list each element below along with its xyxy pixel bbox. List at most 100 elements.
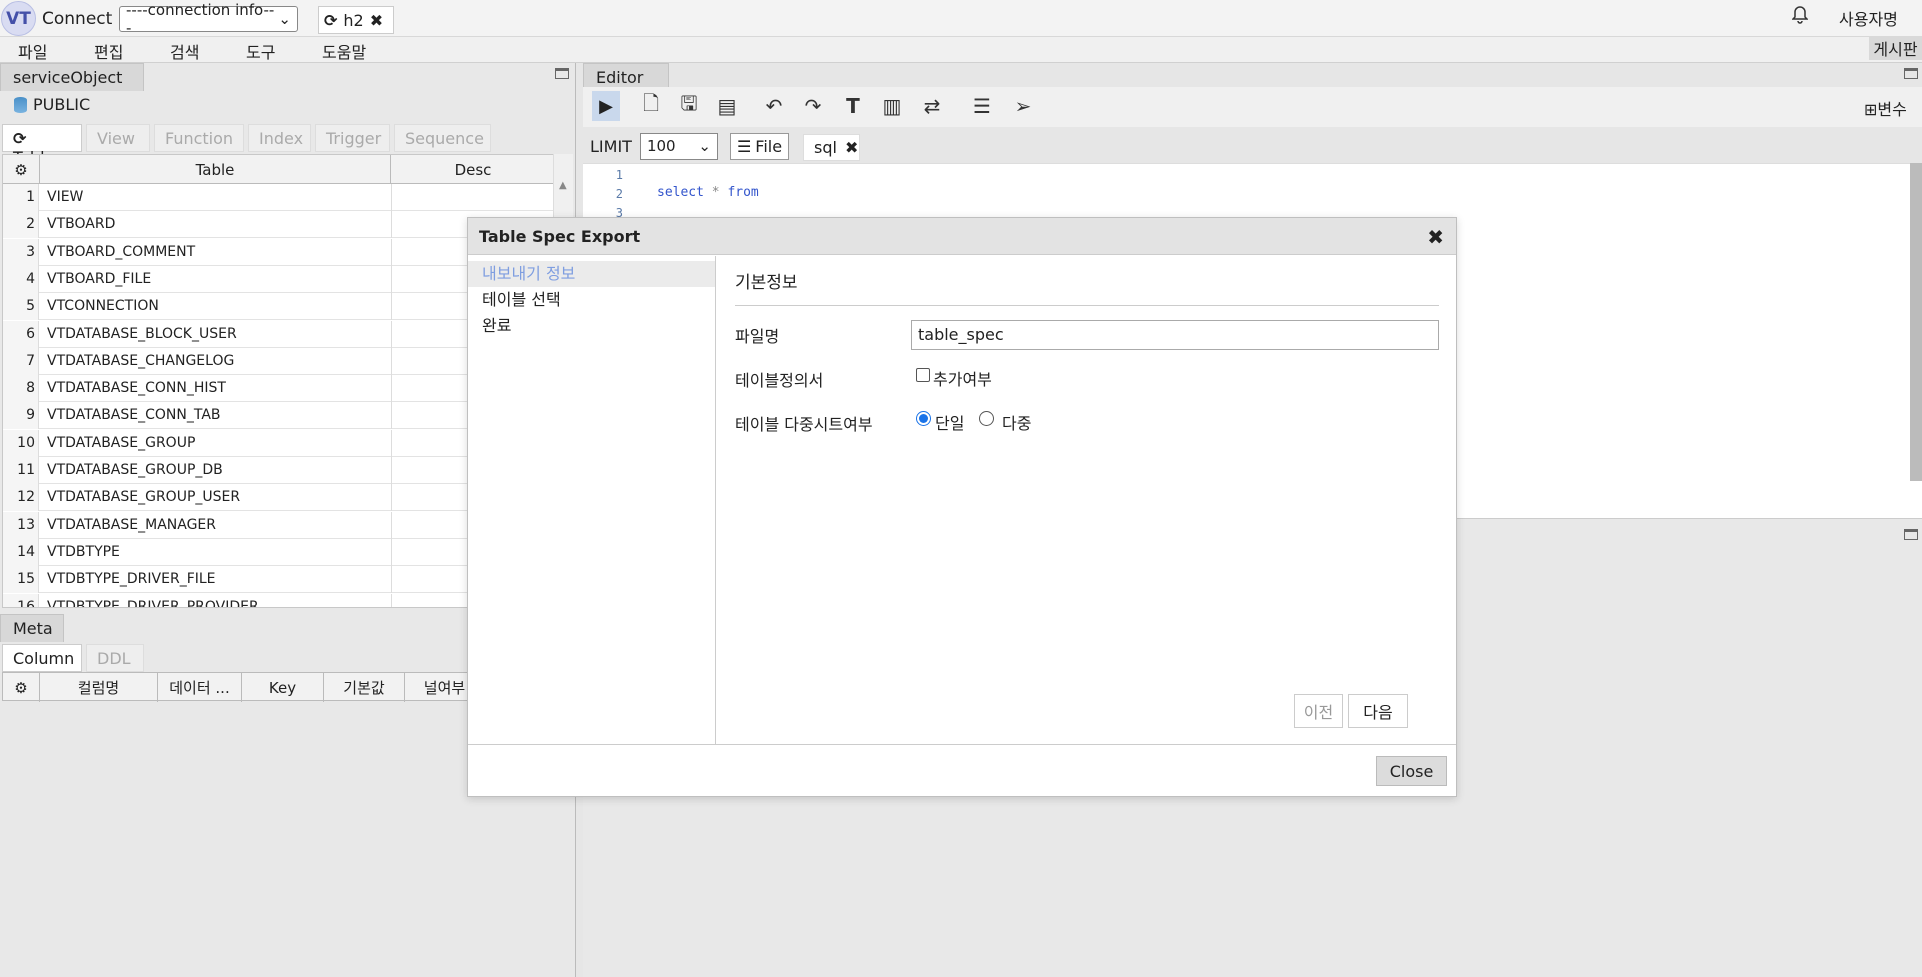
step-nav: 내보내기 정보 테이블 선택 완료 [468, 256, 716, 744]
desc-cell [391, 238, 392, 266]
table-name: VTDBTYPE_DRIVER_PROVIDER [47, 598, 259, 608]
tab-function[interactable]: Function [154, 124, 244, 152]
close-icon[interactable]: ✖ [845, 138, 858, 157]
save-icon[interactable]: 🖫 [678, 91, 700, 117]
desc-cell [391, 184, 392, 211]
file-button[interactable]: ☰ File [729, 132, 790, 160]
map-icon[interactable]: ▥ [881, 94, 903, 118]
save-all-icon[interactable]: ▤ [716, 94, 738, 118]
step-table-select[interactable]: 테이블 선택 [468, 287, 715, 313]
text-format-icon[interactable]: T [842, 94, 864, 118]
table-spec-export-dialog: Table Spec Export ✖ 내보내기 정보 테이블 선택 완료 기본… [467, 217, 1457, 797]
menu-edit[interactable]: 편집 [94, 39, 123, 63]
tab-sequence[interactable]: Sequence [394, 124, 491, 152]
menu-help[interactable]: 도움말 [322, 39, 366, 63]
connection-tab-h2[interactable]: ⟳ h2 ✖ [318, 6, 394, 34]
column-header-table[interactable]: Table [40, 155, 391, 184]
column-header-default[interactable]: 기본값 [324, 673, 405, 702]
indent-icon[interactable]: ☰ [971, 94, 993, 118]
gear-icon[interactable]: ⚙ [3, 673, 40, 702]
tab-column[interactable]: Column [2, 644, 82, 672]
row-number: 10 [3, 429, 39, 457]
row-number: 7 [3, 347, 39, 375]
chevron-down-icon: ⌄ [278, 10, 291, 28]
redo-icon[interactable]: ↷ [802, 94, 824, 118]
step-complete[interactable]: 완료 [468, 313, 715, 339]
multi-label: 다중 [1002, 414, 1032, 433]
tab-ddl[interactable]: DDL [86, 644, 144, 672]
step-export-info[interactable]: 내보내기 정보 [468, 261, 715, 287]
limit-select[interactable]: 100 ⌄ [639, 132, 718, 160]
row-number: 15 [3, 566, 39, 594]
tab-table[interactable]: ⟳ Table [2, 124, 82, 167]
service-object-tab[interactable]: serviceObject [0, 63, 144, 91]
run-button[interactable]: ▶ [592, 91, 620, 121]
table-name: VTDATABASE_GROUP [47, 434, 196, 451]
menu-file[interactable]: 파일 [18, 39, 47, 63]
menu-icon: ☰ [736, 136, 752, 156]
append-checkbox[interactable] [916, 368, 930, 382]
append-label: 추가여부 [933, 370, 992, 389]
desc-cell [391, 593, 392, 607]
desc-cell [391, 265, 392, 293]
desc-cell [391, 375, 392, 403]
filename-label: 파일명 [735, 327, 780, 346]
row-number: 14 [3, 538, 39, 566]
connection-select[interactable]: ----connection info--- ⌄ [119, 1, 298, 37]
board-button[interactable]: 게시판 [1869, 36, 1922, 60]
prev-button[interactable]: 이전 [1294, 694, 1343, 728]
chevron-down-icon: ⌄ [698, 137, 711, 155]
gear-icon[interactable]: ⚙ [3, 155, 40, 184]
replace-icon[interactable]: ⇄ [921, 94, 943, 118]
code-keyword-select: select [657, 185, 704, 200]
undo-icon[interactable]: ↶ [763, 94, 785, 118]
next-button[interactable]: 다음 [1348, 694, 1408, 728]
column-header-desc[interactable]: Desc [391, 155, 554, 184]
tab-view[interactable]: View [86, 124, 150, 152]
table-name: VTDATABASE_MANAGER [47, 516, 216, 533]
table-name: VTDATABASE_CONN_TAB [47, 407, 221, 424]
window-icon[interactable] [1904, 529, 1918, 540]
schema-row[interactable]: PUBLIC [14, 95, 90, 114]
database-icon [14, 96, 27, 113]
new-file-icon[interactable]: 🗋 [640, 91, 662, 117]
column-header-data-type[interactable]: 데이터 ... [158, 673, 242, 702]
connection-tab-label: h2 [343, 10, 364, 30]
row-number: 16 [3, 593, 39, 607]
menu-search[interactable]: 검색 [170, 39, 199, 63]
variable-button[interactable]: ⊞변수 [1864, 96, 1907, 120]
refresh-icon[interactable]: ⟳ [324, 11, 337, 30]
meta-tab[interactable]: Meta [0, 614, 64, 642]
table-name: VTBOARD_FILE [47, 270, 152, 287]
column-header-key[interactable]: Key [242, 673, 324, 702]
window-icon[interactable] [555, 68, 569, 79]
scroll-up-icon[interactable]: ▲ [559, 180, 567, 191]
bell-icon[interactable] [1791, 6, 1809, 29]
multi-radio[interactable] [979, 411, 994, 426]
window-icon[interactable] [1904, 68, 1918, 79]
send-icon[interactable]: ➢ [1012, 94, 1034, 118]
filename-input[interactable]: table_spec [911, 320, 1439, 350]
close-icon[interactable]: ✖ [1427, 225, 1444, 249]
code-star: * [711, 185, 720, 200]
tab-trigger[interactable]: Trigger [315, 124, 390, 152]
schema-name: PUBLIC [33, 95, 91, 114]
user-name[interactable]: 사용자명 [1839, 6, 1898, 30]
line-number: 2 [615, 187, 623, 201]
dialog-content: 기본정보 파일명 table_spec 테이블정의서 추가여부 테이블 다중시트… [717, 256, 1456, 744]
row-number: 9 [3, 402, 39, 430]
scrollbar[interactable] [1910, 163, 1922, 481]
menu-tools[interactable]: 도구 [246, 39, 275, 63]
connection-select-value: ----connection info--- [126, 1, 275, 37]
dialog-title: Table Spec Export [479, 227, 641, 246]
close-button[interactable]: Close [1376, 756, 1447, 786]
refresh-icon[interactable]: ⟳ [13, 129, 26, 148]
table-row[interactable]: 1 VIEW [3, 184, 554, 211]
tab-index[interactable]: Index [248, 124, 311, 152]
single-radio[interactable] [916, 411, 931, 426]
sql-tab[interactable]: sql ✖ [803, 134, 860, 161]
desc-cell [391, 457, 392, 484]
close-icon[interactable]: ✖ [370, 11, 383, 30]
row-number: 3 [3, 238, 39, 266]
column-header-column-name[interactable]: 컬럼명 [40, 673, 158, 702]
